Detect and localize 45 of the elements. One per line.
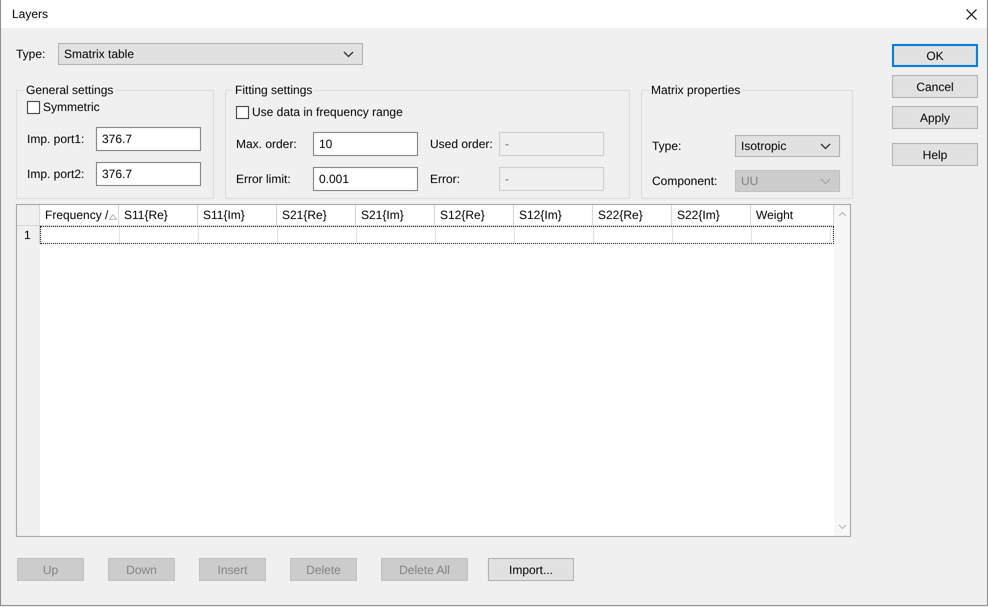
checkbox[interactable] [27,100,40,114]
column-header[interactable]: S22{Re} [593,205,672,226]
column-header[interactable]: S11{Re} [119,205,198,226]
input-field[interactable]: 10 [313,132,418,156]
field-label: Imp. port2: [27,167,86,181]
column-header[interactable]: S21{Re} [277,205,356,226]
field-label: Error limit: [236,172,292,186]
checkbox-label: Use data in frequency range [252,105,403,119]
column-header[interactable]: S22{Im} [672,205,751,226]
column-header[interactable]: Frequency / [40,205,119,226]
group-title: Fitting settings [234,83,314,97]
field-label: Max. order: [236,137,298,151]
row-number: 1 [17,226,40,244]
input-field[interactable]: 0.001 [313,167,418,191]
table-corner [17,205,40,226]
field-label: Type: [652,139,682,153]
dropdown[interactable]: Isotropic [735,135,840,157]
button[interactable]: Cancel [892,75,978,98]
input-field[interactable]: 376.7 [96,127,201,151]
button[interactable]: OK [892,44,978,67]
column-header[interactable]: S12{Im} [514,205,593,226]
caret-icon [343,50,354,58]
column-header[interactable]: S11{Im} [198,205,277,226]
column-header[interactable]: S12{Re} [435,205,514,226]
field-label: Error: [429,172,461,186]
button[interactable]: Import... [488,558,574,581]
checkbox-label: Symmetric [43,100,100,114]
field-label: Used order: [429,137,494,151]
checkbox[interactable] [236,106,249,118]
column-header[interactable]: Weight [751,205,834,226]
table-row[interactable] [40,226,834,244]
button[interactable]: Apply [892,106,978,129]
group-title: Matrix properties [650,83,742,97]
field-label: Imp. port1: [27,132,86,146]
caret-icon [820,142,831,150]
close-icon[interactable] [966,8,977,20]
input-field[interactable]: 376.7 [96,162,201,186]
button[interactable]: Help [892,143,978,166]
field-label: Component: [652,174,718,188]
dropdown[interactable]: Smatrix table [58,43,363,65]
group-title: General settings [25,83,114,97]
window-title: Layers [12,7,48,21]
column-header[interactable]: S21{Im} [356,205,435,226]
caret-icon [820,178,831,184]
field-label: Type: [16,47,46,61]
